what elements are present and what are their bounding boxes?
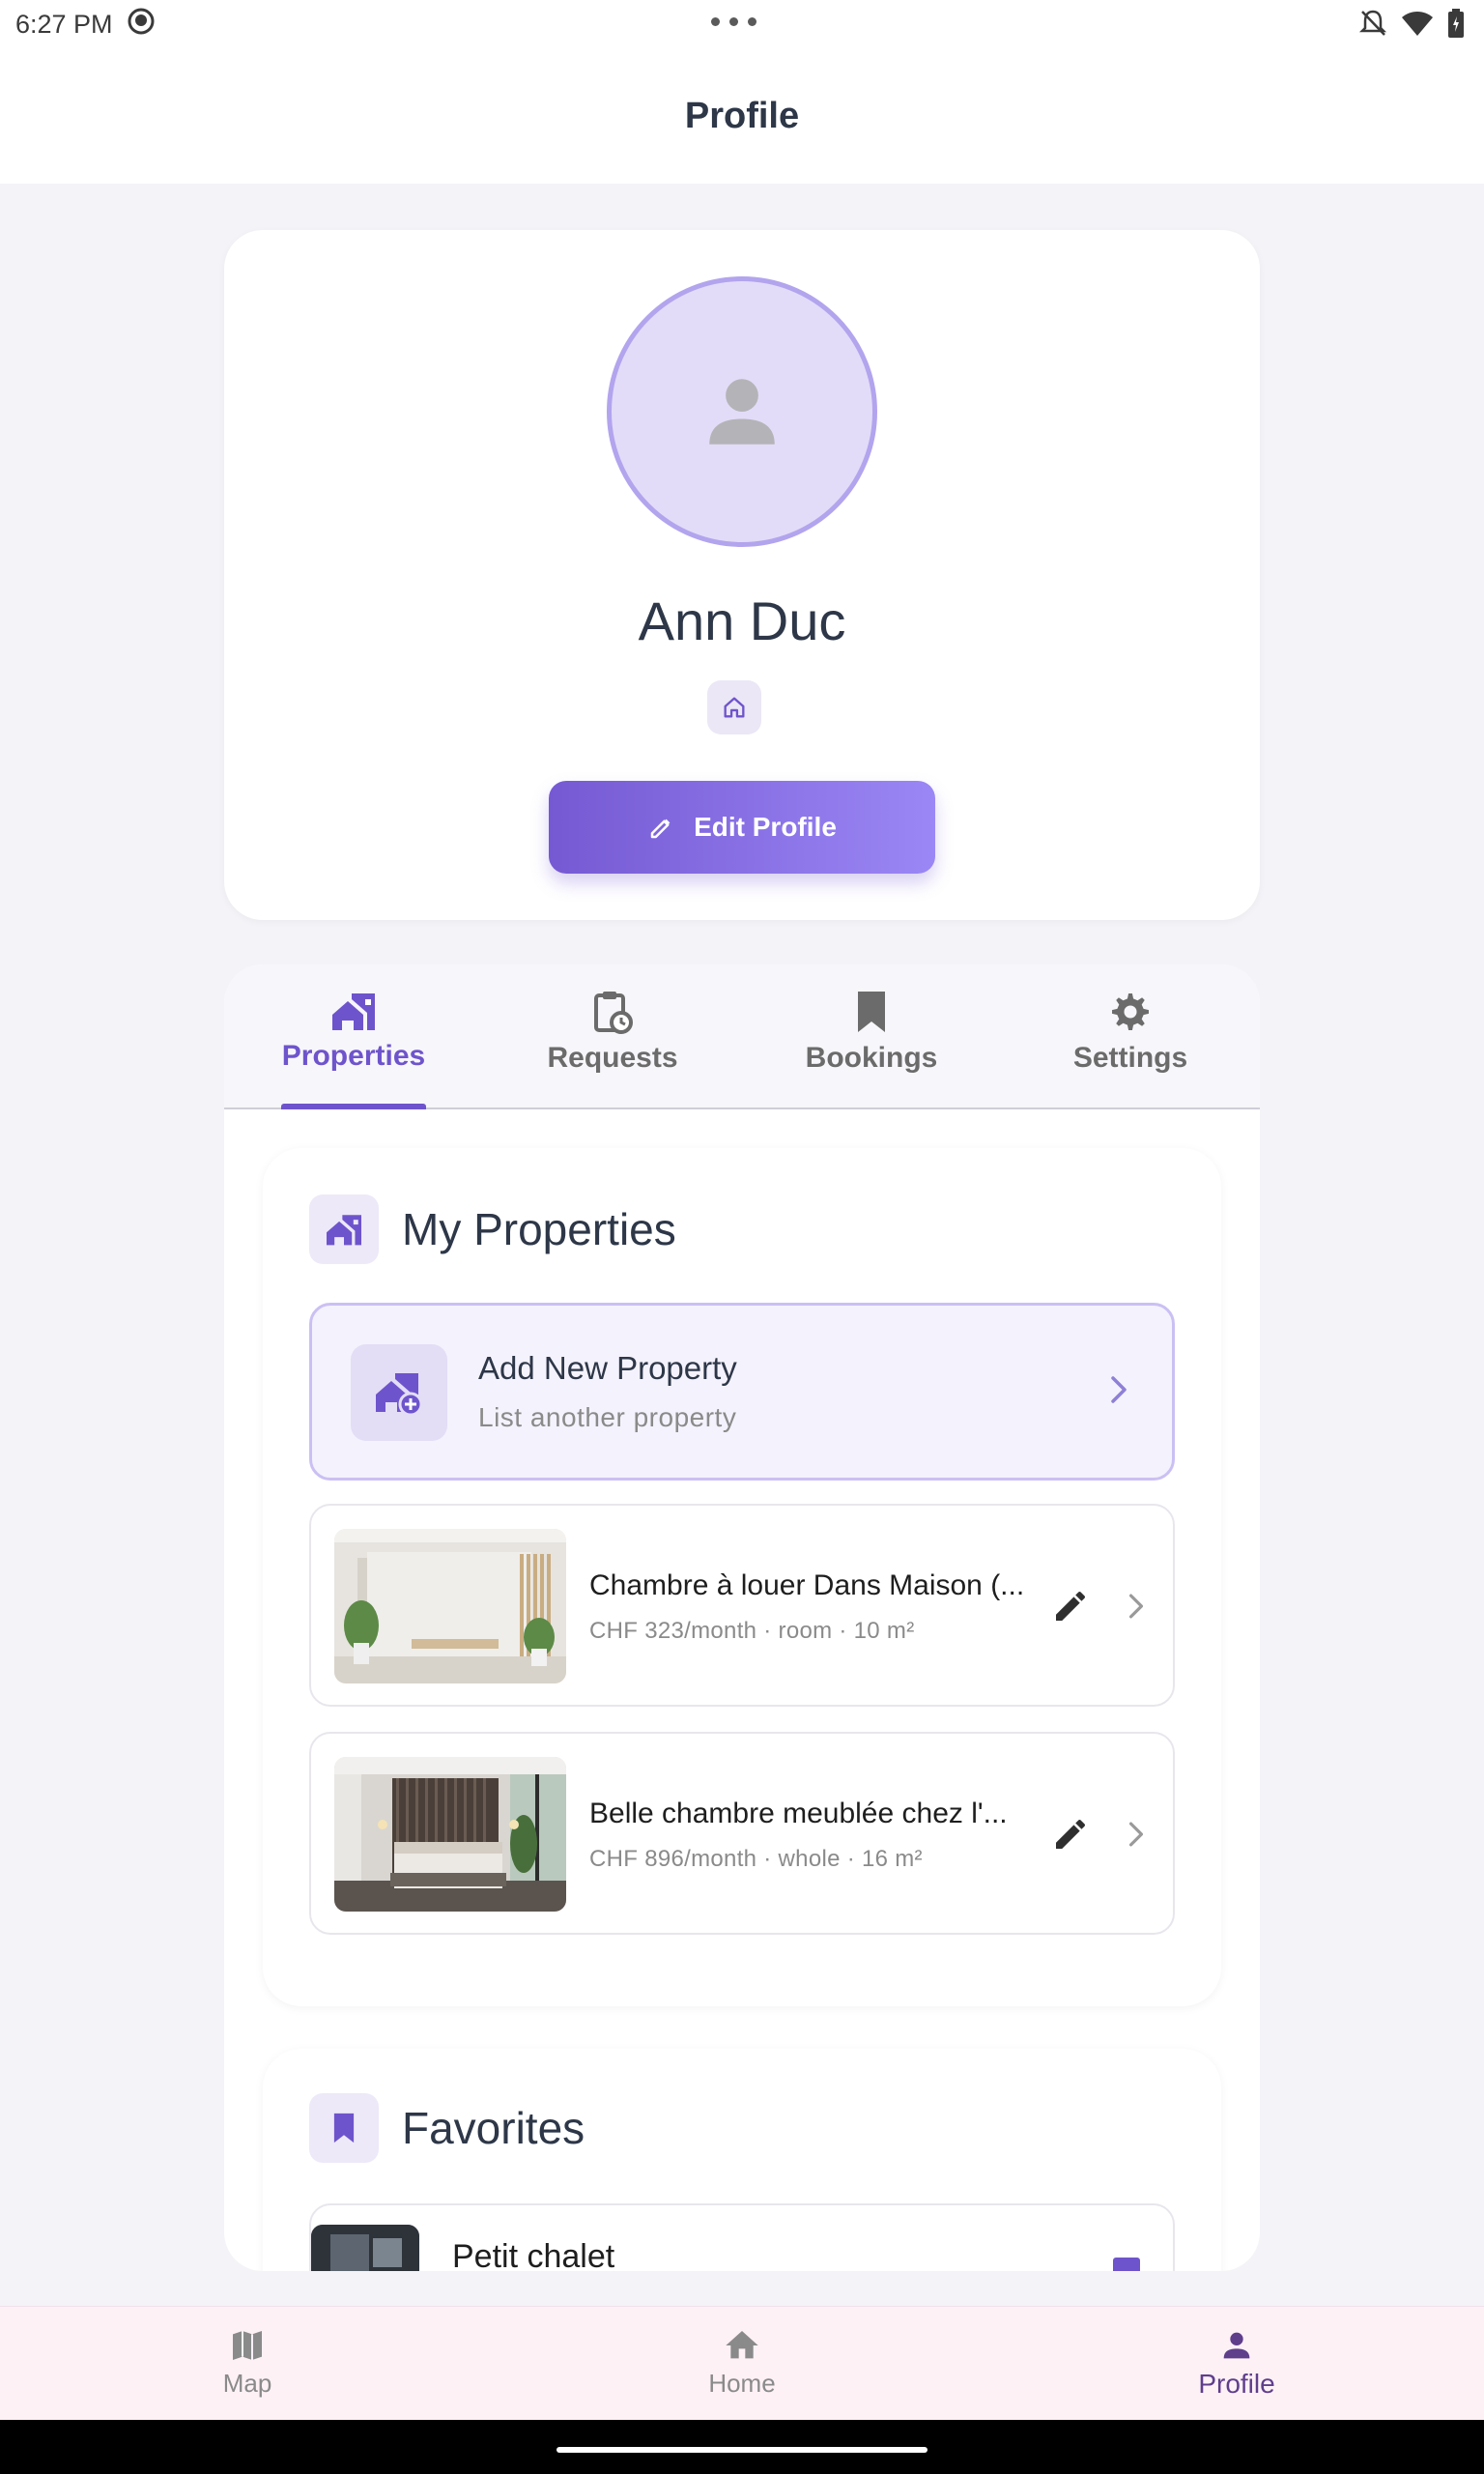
- tab-bookings[interactable]: Bookings: [742, 964, 1001, 1109]
- profile-name: Ann Duc: [638, 590, 846, 651]
- status-bar: 6:27 PM: [0, 0, 1484, 48]
- favorite-photo: [311, 2225, 419, 2271]
- favorites-section: Favorites Petit chalet: [263, 2049, 1221, 2271]
- mute-bell-icon: [1358, 8, 1387, 45]
- person-icon: [1223, 2332, 1250, 2359]
- nav-label: Map: [222, 2369, 272, 2398]
- tab-label: Settings: [1072, 1042, 1188, 1074]
- chevron-right-icon: [1108, 1373, 1129, 1411]
- property-title: Belle chambre meublée chez l'...: [589, 1798, 1008, 1829]
- my-properties-section: My Properties Add New Property List anot…: [263, 1148, 1221, 2006]
- section-title: My Properties: [402, 1204, 676, 1254]
- tab-label: Bookings: [805, 1042, 938, 1074]
- edit-profile-label: Edit Profile: [694, 812, 837, 842]
- status-time: 6:27 PM: [15, 9, 113, 39]
- property-details: CHF 323/month · room · 10 m²: [589, 1618, 915, 1644]
- bookmark-filled-icon[interactable]: [1113, 2258, 1140, 2271]
- notification-face-icon: [127, 7, 156, 43]
- wifi-icon: [1401, 10, 1434, 43]
- person-placeholder-icon: [709, 379, 775, 445]
- nav-home[interactable]: Home: [597, 2307, 887, 2421]
- favorites-section-icon: [309, 2093, 379, 2163]
- home-icon: [726, 2331, 758, 2359]
- battery-icon: [1447, 9, 1465, 44]
- map-icon: [233, 2331, 262, 2360]
- tab-label: Requests: [547, 1042, 678, 1074]
- add-property-title: Add New Property: [478, 1350, 737, 1386]
- tab-label: Properties: [281, 1040, 426, 1072]
- chevron-right-icon: [1127, 1819, 1146, 1855]
- chevron-right-icon: [1127, 1591, 1146, 1626]
- pencil-icon[interactable]: [1051, 1815, 1090, 1858]
- tab-bar: Properties Requests Bookings Settings: [224, 964, 1260, 1109]
- host-role-badge: [707, 680, 761, 734]
- property-details: CHF 896/month · whole · 16 m²: [589, 1846, 923, 1872]
- section-title: Favorites: [402, 2103, 585, 2153]
- property-title: Chambre à louer Dans Maison (...: [589, 1569, 1025, 1601]
- profile-tabs-card: Properties Requests Bookings Settings My…: [224, 964, 1260, 2271]
- add-new-property-card[interactable]: Add New Property List another property: [309, 1303, 1175, 1481]
- properties-section-icon: [309, 1194, 379, 1264]
- nav-profile[interactable]: Profile: [1092, 2307, 1382, 2421]
- avatar[interactable]: [607, 276, 877, 547]
- clipboard-clock-icon: [594, 992, 633, 1034]
- property-photo: [334, 1757, 566, 1912]
- properties-icon: [332, 993, 375, 1030]
- add-home-icon: [351, 1344, 447, 1441]
- favorite-list-item[interactable]: Petit chalet: [309, 2203, 1175, 2271]
- app-bar: Profile: [0, 48, 1484, 184]
- tab-requests[interactable]: Requests: [483, 964, 742, 1109]
- favorite-title: Petit chalet: [452, 2238, 615, 2271]
- gesture-handle[interactable]: [556, 2447, 928, 2453]
- bookmark-icon: [858, 992, 885, 1032]
- bottom-navigation: Map Home Profile: [0, 2306, 1484, 2420]
- pencil-icon[interactable]: [1051, 1587, 1090, 1630]
- nav-map[interactable]: Map: [102, 2307, 392, 2421]
- property-photo: [334, 1529, 566, 1683]
- edit-profile-button[interactable]: Edit Profile: [549, 781, 935, 874]
- property-list-item[interactable]: Belle chambre meublée chez l'... CHF 896…: [309, 1732, 1175, 1935]
- nav-label: Profile: [1198, 2369, 1275, 2399]
- tab-settings[interactable]: Settings: [1001, 964, 1260, 1109]
- home-outline-icon: [724, 697, 745, 718]
- gear-icon: [1112, 993, 1149, 1030]
- pencil-icon: [650, 819, 671, 839]
- page-title: Profile: [684, 95, 800, 136]
- active-tab-indicator: [281, 1104, 426, 1109]
- more-dots-icon: [711, 17, 756, 26]
- system-gesture-bar: [0, 2420, 1484, 2474]
- add-property-subtitle: List another property: [478, 1402, 737, 1432]
- tab-properties[interactable]: Properties: [224, 964, 483, 1109]
- profile-card: Ann Duc Edit Profile: [224, 230, 1260, 920]
- property-list-item[interactable]: Chambre à louer Dans Maison (... CHF 323…: [309, 1504, 1175, 1707]
- nav-label: Home: [708, 2369, 776, 2398]
